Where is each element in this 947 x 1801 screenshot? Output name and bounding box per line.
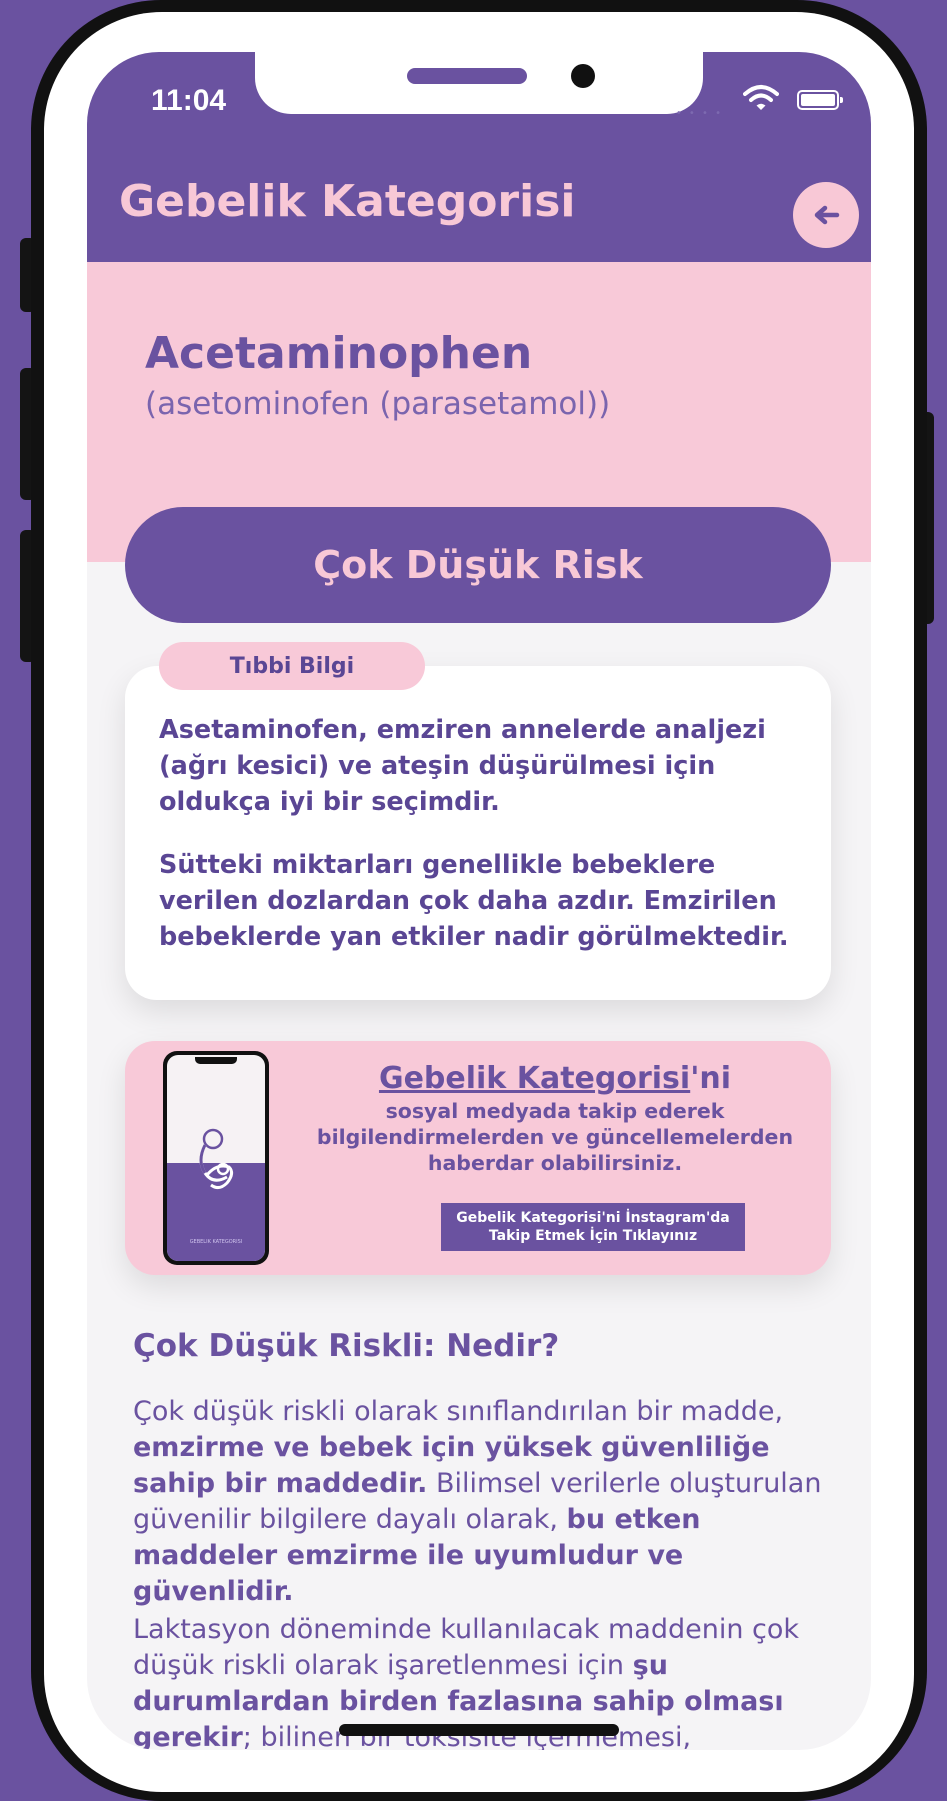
medical-info-tab: Tıbbi Bilgi bbox=[159, 642, 425, 690]
back-button[interactable] bbox=[793, 182, 859, 248]
drug-name: Acetaminophen bbox=[145, 328, 533, 379]
app-header: 11:04 • • • • Gebelik Kategorisi bbox=[87, 52, 871, 262]
page-title: Gebelik Kategorisi bbox=[119, 176, 576, 227]
instagram-button-line-2: Takip Etmek İçin Tıklayınız bbox=[488, 1228, 698, 1244]
article-p2-text-a: Laktasyon döneminde kullanılacak maddeni… bbox=[133, 1614, 800, 1681]
promo-text: Gebelik Kategorisi'ni sosyal medyada tak… bbox=[305, 1061, 805, 1176]
drug-subtitle: (asetominofen (parasetamol)) bbox=[145, 386, 611, 422]
battery-icon bbox=[797, 90, 843, 110]
wifi-icon bbox=[743, 84, 779, 116]
article-title: Çok Düşük Riskli: Nedir? bbox=[133, 1328, 560, 1364]
home-indicator[interactable] bbox=[339, 1724, 619, 1736]
promo-brand: Gebelik Kategorisi bbox=[378, 1061, 691, 1096]
promo-brand-suffix: 'ni bbox=[690, 1061, 732, 1096]
article-paragraph-1: Çok düşük riskli olarak sınıflandırılan … bbox=[133, 1394, 833, 1610]
speaker-grille bbox=[407, 68, 527, 84]
info-paragraph-1: Asetaminofen, emziren annelerde analjezi… bbox=[159, 715, 766, 817]
article-p1-text-a: Çok düşük riskli olarak sınıflandırılan … bbox=[133, 1396, 784, 1427]
risk-level-badge: Çok Düşük Risk bbox=[125, 507, 831, 623]
notch bbox=[255, 52, 703, 114]
app-screen: 11:04 • • • • Gebelik Kategorisi Acetami… bbox=[87, 52, 871, 1750]
arrow-left-icon bbox=[814, 205, 840, 225]
status-time: 11:04 bbox=[151, 84, 227, 117]
cellular-signal-icon: • • • • bbox=[675, 108, 723, 119]
mother-baby-logo-icon bbox=[199, 1128, 234, 1190]
info-paragraph-2: Sütteki miktarları genellikle bebeklere … bbox=[159, 850, 789, 952]
front-camera bbox=[571, 64, 595, 88]
promo-body: sosyal medyada takip ederek bilgilendirm… bbox=[316, 1099, 794, 1175]
mini-phone-caption: GEBELIK KATEGORISI bbox=[189, 1239, 243, 1245]
promo-phone-mockup: GEBELIK KATEGORISI bbox=[163, 1051, 269, 1265]
instagram-promo-banner[interactable]: GEBELIK KATEGORISI Gebelik Kategorisi'ni… bbox=[125, 1041, 831, 1275]
promo-heading: Gebelik Kategorisi'ni bbox=[305, 1061, 805, 1096]
instagram-follow-button[interactable]: Gebelik Kategorisi'ni İnstagram'da Takip… bbox=[441, 1203, 745, 1251]
instagram-button-line-1: Gebelik Kategorisi'ni İnstagram'da bbox=[456, 1210, 730, 1226]
